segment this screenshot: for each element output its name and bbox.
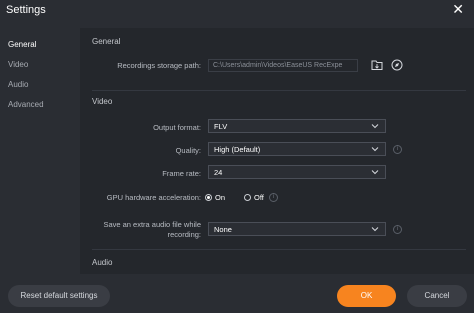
extra-audio-label-line2: recording: [167,230,201,239]
sidebar-item-general[interactable]: General [8,40,36,49]
reset-default-settings-button[interactable]: Reset default settings [8,285,110,307]
gpu-on-radio[interactable] [205,194,212,201]
extra-audio-value: None [214,225,232,234]
section-title-general: General [92,37,121,46]
section-title-audio: Audio [92,258,113,267]
footer-bar: Reset default settings OK Cancel [0,274,474,313]
gpu-on-label: On [215,193,226,202]
folder-icon[interactable] [371,59,383,71]
quality-select[interactable]: High (Default) [208,142,386,156]
quality-value: High (Default) [214,145,261,154]
gpu-acceleration-label: GPU hardware acceleration: [106,193,201,202]
frame-rate-label: Frame rate: [162,169,201,178]
gpu-info-icon[interactable]: i [269,193,278,202]
storage-path-label: Recordings storage path: [117,61,201,70]
divider [92,249,466,250]
output-format-select[interactable]: FLV [208,119,386,133]
settings-content: General Recordings storage path: C:\User… [80,28,474,274]
extra-audio-label-line1: Save an extra audio file while [103,220,201,229]
extra-audio-info-icon[interactable]: i [393,225,402,234]
chevron-down-icon [371,227,379,232]
chevron-down-icon [371,147,379,152]
divider [92,90,466,91]
compass-icon[interactable] [391,59,403,71]
chevron-down-icon [371,170,379,175]
quality-label: Quality: [175,146,201,155]
section-title-video: Video [92,97,113,106]
frame-rate-value: 24 [214,168,223,177]
storage-path-field[interactable]: C:\Users\admin\Videos\EaseUS RecExpe [208,59,358,72]
sidebar-item-advanced[interactable]: Advanced [8,100,44,109]
output-format-value: FLV [214,122,228,131]
extra-audio-select[interactable]: None [208,222,386,236]
sidebar-item-video[interactable]: Video [8,60,28,69]
gpu-off-radio[interactable] [244,194,251,201]
gpu-off-label: Off [254,193,264,202]
title-bar: Settings ✕ [0,0,474,22]
window-title: Settings [6,4,46,16]
quality-info-icon[interactable]: i [393,145,402,154]
ok-button[interactable]: OK [337,285,396,307]
close-icon[interactable]: ✕ [452,1,464,17]
sidebar: General Video Audio Advanced [0,30,78,274]
extra-audio-label: Save an extra audio file while recording… [80,220,201,240]
sidebar-item-audio[interactable]: Audio [8,80,28,89]
chevron-down-icon [371,124,379,129]
output-format-label: Output format: [153,123,201,132]
frame-rate-select[interactable]: 24 [208,165,386,179]
cancel-button[interactable]: Cancel [407,285,467,307]
